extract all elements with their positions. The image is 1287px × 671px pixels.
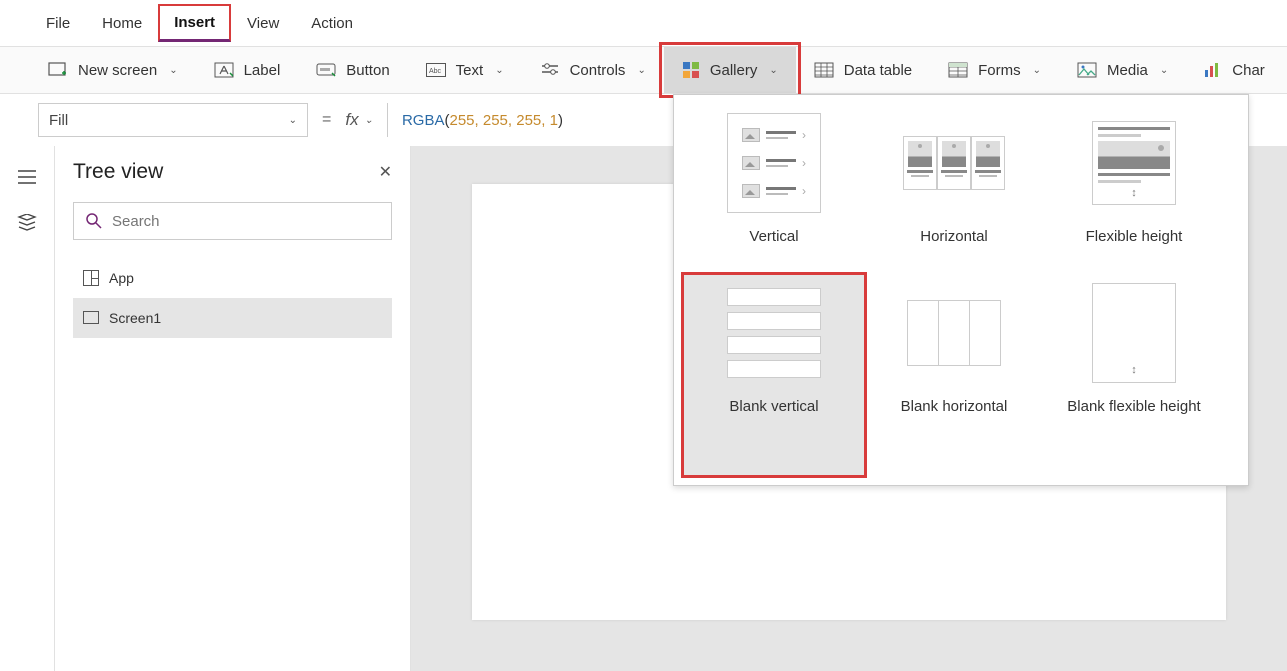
- menu-home[interactable]: Home: [86, 5, 158, 42]
- left-rail: [0, 146, 55, 671]
- chevron-down-icon: ⌄: [289, 115, 297, 126]
- text-button[interactable]: Abc Text ⌄: [408, 47, 522, 93]
- gallery-option-label: Blank flexible height: [1067, 387, 1200, 417]
- forms-icon: [948, 62, 968, 78]
- property-name: Fill: [49, 112, 68, 129]
- panel-title: Tree view: [73, 160, 163, 184]
- gallery-option-horizontal[interactable]: Horizontal: [864, 105, 1044, 275]
- svg-text:Abc: Abc: [429, 68, 442, 75]
- equals-sign: =: [322, 111, 331, 129]
- gallery-option-vertical[interactable]: › › › Vertical: [684, 105, 864, 275]
- tree-view-icon[interactable]: [17, 214, 37, 232]
- gallery-option-blank-flexible[interactable]: ↕ Blank flexible height: [1044, 275, 1224, 475]
- chevron-down-icon: ⌄: [365, 115, 373, 126]
- gallery-option-label: Vertical: [749, 217, 798, 247]
- label-icon: [214, 62, 234, 78]
- chevron-down-icon: ⌄: [769, 65, 777, 76]
- text-icon: Abc: [426, 63, 446, 77]
- tree-view-panel: Tree view ✕ App Screen1: [55, 146, 411, 671]
- data-table-label: Data table: [844, 62, 912, 79]
- gallery-option-label: Horizontal: [920, 217, 988, 247]
- search-box[interactable]: [73, 202, 392, 240]
- chevron-down-icon: ⌄: [495, 65, 503, 76]
- fx-button[interactable]: fx ⌄: [345, 110, 373, 130]
- label-label: Label: [244, 62, 281, 79]
- chevron-down-icon: ⌄: [1033, 65, 1041, 76]
- tree-item-label: Screen1: [109, 310, 161, 326]
- gallery-option-blank-horizontal[interactable]: Blank horizontal: [864, 275, 1044, 475]
- menu-file[interactable]: File: [30, 5, 86, 42]
- gallery-option-label: Flexible height: [1086, 217, 1183, 247]
- gallery-option-flexible[interactable]: ↕ Flexible height: [1044, 105, 1224, 275]
- media-label: Media: [1107, 62, 1148, 79]
- controls-button[interactable]: Controls ⌄: [522, 47, 664, 93]
- label-button[interactable]: Label: [196, 47, 299, 93]
- menu-bar: File Home Insert View Action: [0, 0, 1287, 46]
- chevron-down-icon: ⌄: [1160, 65, 1168, 76]
- button-icon: [316, 62, 336, 78]
- chart-icon: [1204, 62, 1222, 78]
- chevron-down-icon: ⌄: [169, 65, 177, 76]
- charts-button[interactable]: Char: [1186, 47, 1283, 93]
- tree-item-label: App: [109, 270, 134, 286]
- new-screen-icon: [48, 62, 68, 78]
- chart-label: Char: [1232, 62, 1265, 79]
- controls-icon: [540, 62, 560, 78]
- gallery-icon: [682, 61, 700, 79]
- chevron-down-icon: ⌄: [637, 65, 645, 76]
- gallery-dropdown: › › › Vertical Horizontal ↕ Flexible: [673, 94, 1249, 486]
- data-table-icon: [814, 62, 834, 78]
- controls-label: Controls: [570, 62, 626, 79]
- search-icon: [86, 213, 102, 229]
- menu-insert[interactable]: Insert: [158, 4, 231, 42]
- gallery-button[interactable]: Gallery ⌄: [664, 47, 796, 93]
- gallery-option-label: Blank horizontal: [901, 387, 1008, 417]
- data-table-button[interactable]: Data table: [796, 47, 930, 93]
- screen-icon: [83, 311, 99, 325]
- tree-item-screen1[interactable]: Screen1: [73, 298, 392, 338]
- search-input[interactable]: [112, 213, 379, 230]
- gallery-label: Gallery: [710, 62, 758, 79]
- media-icon: [1077, 62, 1097, 78]
- button-button[interactable]: Button: [298, 47, 407, 93]
- property-selector[interactable]: Fill ⌄: [38, 103, 308, 137]
- gallery-option-label: Blank vertical: [729, 387, 818, 417]
- tree-item-app[interactable]: App: [73, 258, 392, 298]
- hamburger-icon[interactable]: [18, 170, 36, 184]
- forms-button[interactable]: Forms ⌄: [930, 47, 1059, 93]
- new-screen-label: New screen: [78, 62, 157, 79]
- forms-label: Forms: [978, 62, 1021, 79]
- gallery-option-blank-vertical[interactable]: Blank vertical: [684, 275, 864, 475]
- close-icon[interactable]: ✕: [379, 162, 392, 182]
- media-button[interactable]: Media ⌄: [1059, 47, 1186, 93]
- new-screen-button[interactable]: New screen ⌄: [30, 47, 196, 93]
- ribbon: New screen ⌄ Label Button Abc Text ⌄ Con…: [0, 46, 1287, 94]
- app-icon: [83, 270, 99, 286]
- button-label: Button: [346, 62, 389, 79]
- menu-action[interactable]: Action: [295, 5, 369, 42]
- text-label: Text: [456, 62, 484, 79]
- menu-view[interactable]: View: [231, 5, 295, 42]
